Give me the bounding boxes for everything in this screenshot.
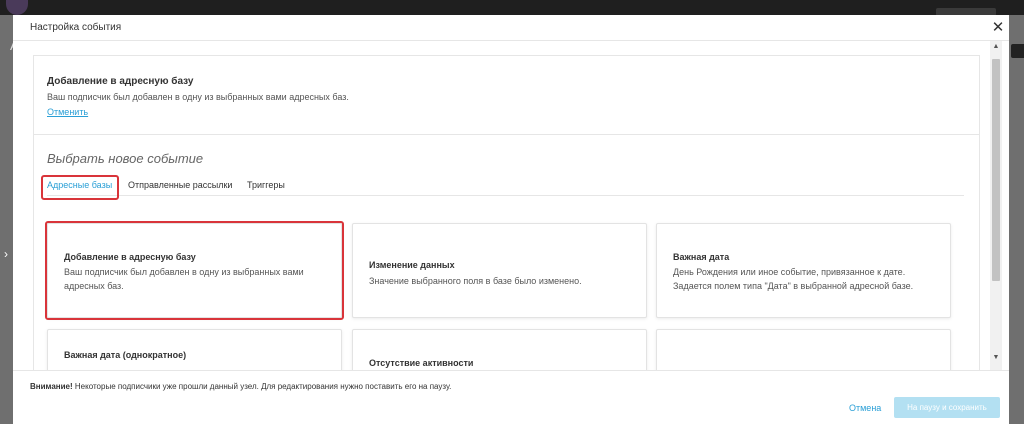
card-title: Добавление в адресную базу bbox=[64, 252, 196, 262]
card-description: День Рождения или иное событие, привязан… bbox=[673, 267, 914, 291]
event-tabs: Адресные базы Отправленные рассылки Триг… bbox=[41, 175, 964, 200]
modal-title: Настройка события bbox=[30, 22, 122, 33]
event-card-no-activity[interactable]: Отсутствие активности bbox=[352, 329, 647, 370]
warning-text: Некоторые подписчики уже прошли данный у… bbox=[72, 382, 452, 391]
current-event-description: Ваш подписчик был добавлен в одну из выб… bbox=[47, 92, 349, 102]
chevron-right-icon[interactable]: › bbox=[4, 247, 8, 261]
card-description: Ваш подписчик был добавлен в одну из выб… bbox=[64, 267, 304, 291]
content-panel: Добавление в адресную базу Ваш подписчик… bbox=[33, 55, 980, 370]
card-title: Отсутствие активности bbox=[369, 358, 474, 368]
tab-triggers[interactable]: Триггеры bbox=[247, 180, 285, 190]
current-event: Добавление в адресную базу Ваш подписчик… bbox=[34, 56, 979, 135]
card-title: Важная дата (однократное) bbox=[64, 350, 187, 360]
tab-sent-mailings[interactable]: Отправленные рассылки bbox=[128, 180, 232, 190]
modal-footer: Внимание! Некоторые подписчики уже прошл… bbox=[13, 370, 1009, 424]
card-description: Значение выбранного поля в базе было изм… bbox=[369, 276, 582, 286]
cancel-button[interactable]: Отмена bbox=[849, 403, 881, 413]
current-event-title: Добавление в адресную базу bbox=[47, 76, 194, 87]
scrollbar-thumb[interactable] bbox=[992, 59, 1000, 281]
scroll-down-icon[interactable]: ▼ bbox=[990, 354, 1002, 364]
cancel-event-link[interactable]: Отменить bbox=[47, 107, 88, 117]
pause-and-save-button[interactable]: На паузу и сохранить bbox=[894, 397, 1000, 418]
backdrop-button bbox=[1011, 44, 1024, 58]
modal-header: Настройка события ✕ bbox=[13, 15, 1009, 41]
card-title: Изменение данных bbox=[369, 260, 455, 270]
modal-body: Добавление в адресную базу Ваш подписчик… bbox=[13, 41, 1009, 370]
warning-label: Внимание! bbox=[30, 382, 73, 391]
warning-message: Внимание! Некоторые подписчики уже прошл… bbox=[30, 382, 451, 391]
event-card-important-date[interactable]: Важная дата День Рождения или иное событ… bbox=[656, 223, 951, 318]
event-settings-modal: Настройка события ✕ Добавление в адресну… bbox=[13, 15, 1009, 424]
event-card-data-change[interactable]: Изменение данных Значение выбранного пол… bbox=[352, 223, 647, 318]
scroll-up-icon[interactable]: ▲ bbox=[990, 43, 1002, 53]
event-card-add-to-base[interactable]: Добавление в адресную базу Ваш подписчик… bbox=[45, 221, 344, 320]
card-title: Важная дата bbox=[673, 252, 730, 262]
close-icon[interactable]: ✕ bbox=[988, 17, 1008, 39]
tab-label: Адресные базы bbox=[47, 180, 113, 190]
event-card[interactable] bbox=[656, 329, 951, 370]
section-title: Выбрать новое событие bbox=[47, 151, 204, 166]
event-card-important-date-once[interactable]: Важная дата (однократное) bbox=[47, 329, 342, 370]
tab-address-bases[interactable]: Адресные базы bbox=[41, 175, 119, 200]
app-topbar bbox=[0, 0, 1024, 15]
scrollbar[interactable]: ▲ ▼ bbox=[990, 41, 1002, 370]
